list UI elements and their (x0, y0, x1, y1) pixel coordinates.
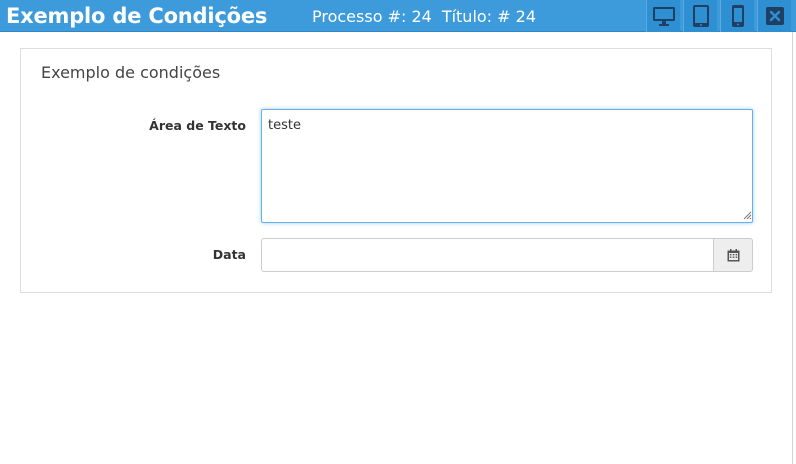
tablet-icon (692, 5, 709, 27)
desktop-icon (652, 7, 675, 26)
text-area-field[interactable]: teste (261, 109, 753, 223)
window-edge (792, 32, 793, 464)
process-info: Processo #: 24 Título: # 24 (312, 7, 546, 27)
close-button[interactable] (757, 0, 791, 32)
mobile-view-button[interactable] (720, 0, 754, 32)
date-field[interactable] (261, 238, 714, 272)
process-number: Processo #: 24 (312, 7, 432, 26)
date-label: Data (212, 247, 246, 262)
tablet-view-button[interactable] (683, 0, 717, 32)
resize-grip-icon[interactable] (742, 210, 752, 220)
close-icon (765, 7, 784, 25)
calendar-button[interactable] (713, 238, 753, 272)
form-panel: Exemplo de condições Área de Texto teste… (20, 48, 772, 293)
process-title: Título: # 24 (441, 7, 537, 26)
app-title: Exemplo de Condições (6, 4, 268, 28)
text-area-label: Área de Texto (149, 118, 246, 133)
mobile-icon (731, 5, 744, 27)
title-bar: Exemplo de Condições Processo #: 24 Títul… (0, 0, 796, 32)
panel-title: Exemplo de condições (41, 63, 221, 82)
desktop-view-button[interactable] (646, 0, 680, 32)
calendar-icon (727, 248, 739, 261)
